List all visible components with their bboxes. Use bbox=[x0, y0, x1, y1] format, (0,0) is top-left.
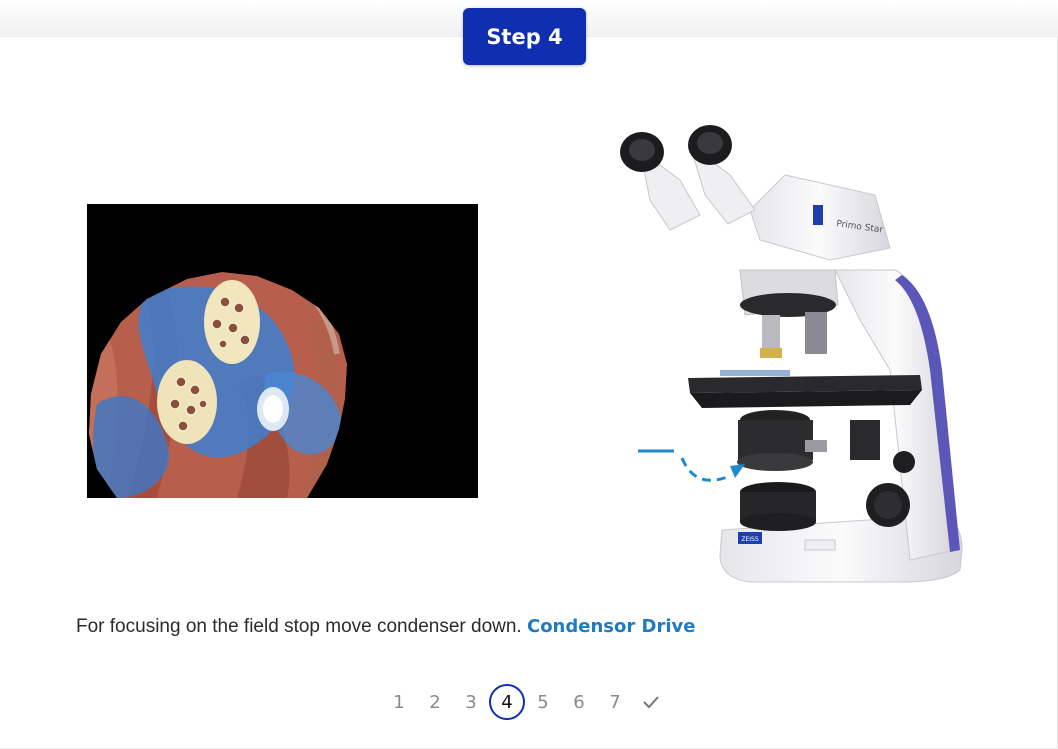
page-7-button[interactable]: 7 bbox=[597, 684, 633, 720]
page-2-button[interactable]: 2 bbox=[417, 684, 453, 720]
page-6-button[interactable]: 6 bbox=[561, 684, 597, 720]
condensor-drive-link[interactable]: Condensor Drive bbox=[527, 616, 695, 637]
svg-text:ZEISS: ZEISS bbox=[741, 536, 758, 543]
page-5-button[interactable]: 5 bbox=[525, 684, 561, 720]
step-pagination: 1 2 3 4 5 6 7 bbox=[381, 684, 669, 720]
microscope-image: Primo Star ZEISS bbox=[610, 120, 970, 590]
page-4-button-current[interactable]: 4 bbox=[489, 684, 525, 720]
finish-check-button[interactable] bbox=[633, 684, 669, 720]
page-3-button[interactable]: 3 bbox=[453, 684, 489, 720]
page-1-button[interactable]: 1 bbox=[381, 684, 417, 720]
check-icon bbox=[643, 696, 659, 709]
specimen-view-image bbox=[87, 204, 478, 498]
instruction-body: For focusing on the field stop move cond… bbox=[76, 616, 522, 637]
condenser-arrow-icon bbox=[638, 449, 745, 482]
step-badge: Step 4 bbox=[463, 8, 586, 65]
instruction-text: For focusing on the field stop move cond… bbox=[76, 616, 695, 638]
